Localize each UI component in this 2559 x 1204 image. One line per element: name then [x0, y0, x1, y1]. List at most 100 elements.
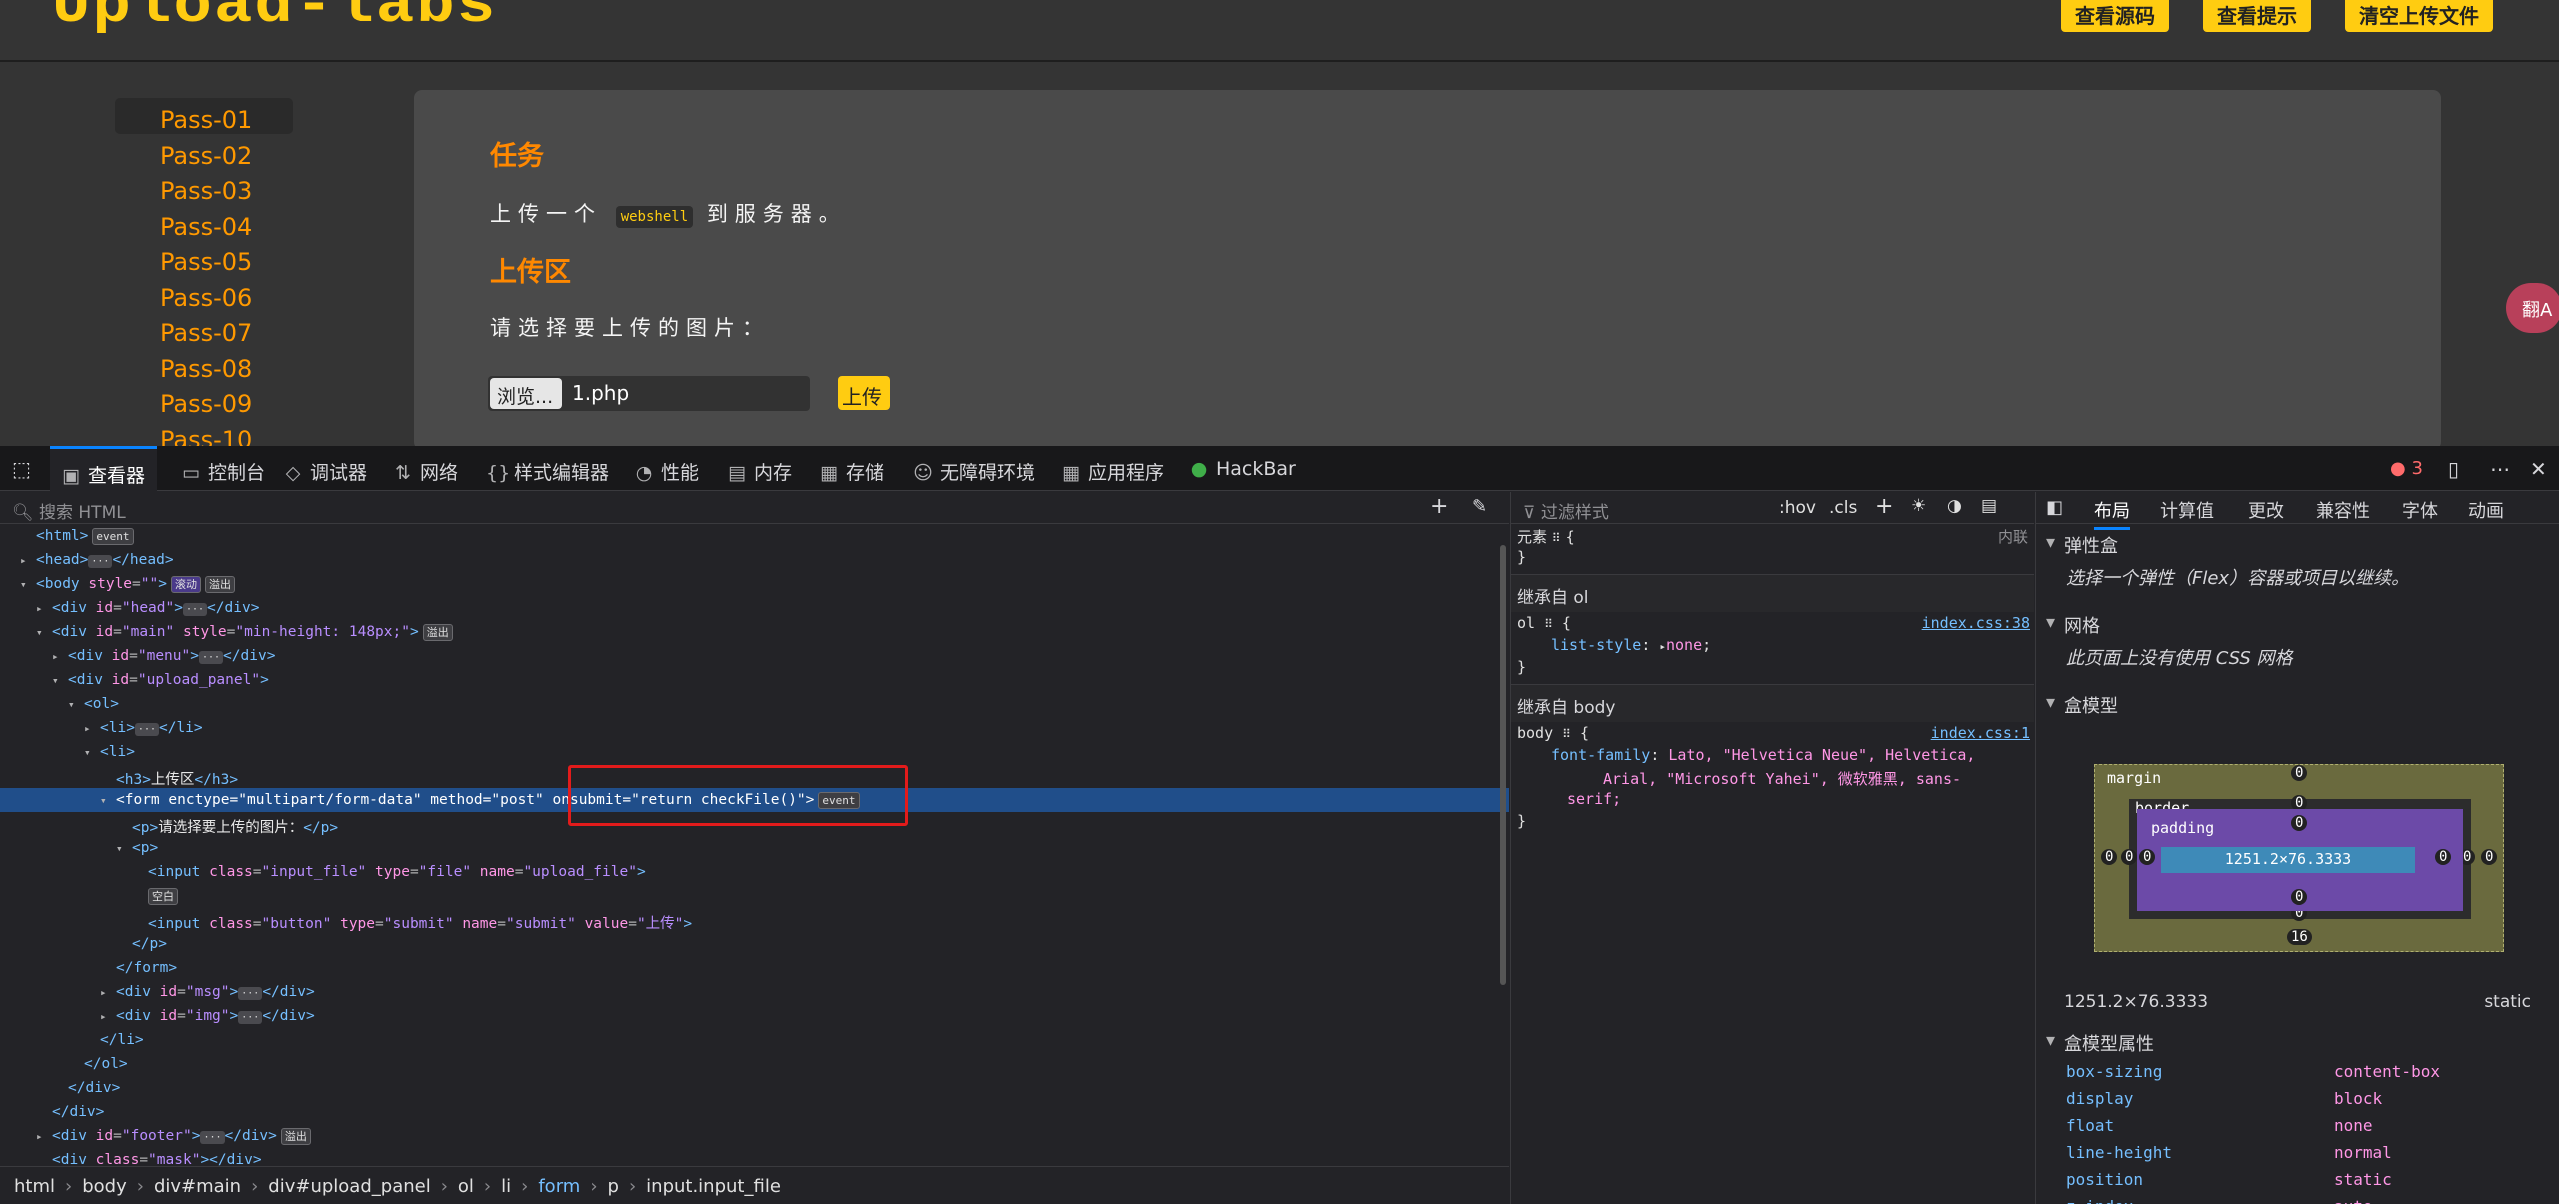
breadcrumb-item[interactable]: ol [458, 1176, 474, 1197]
more-options-icon[interactable]: ⋯ [2490, 457, 2510, 481]
menu-item-pass-02[interactable]: Pass-02 [115, 134, 293, 170]
clear-uploads-button[interactable]: 清空上传文件 [2345, 0, 2493, 32]
tab-performance[interactable]: ◔ 性能 [633, 446, 699, 491]
sidebar-toggle-icon[interactable]: ◧ [2046, 497, 2063, 518]
search-input[interactable]: 搜索 HTML [39, 503, 126, 523]
print-icon[interactable]: ▤ [1981, 496, 1997, 516]
tab-accessibility[interactable]: ☺ 无障碍环境 [912, 446, 1035, 491]
breadcrumb-item[interactable]: body [82, 1176, 127, 1197]
menu-item-pass-10[interactable]: Pass-10 [115, 418, 293, 447]
light-theme-icon[interactable]: ☀ [1911, 496, 1926, 516]
tab-debugger[interactable]: ◇ 调试器 [282, 446, 367, 491]
tab-inspector[interactable]: ▣ 查看器 [50, 446, 158, 491]
breadcrumb-item[interactable]: form [538, 1176, 580, 1197]
expand-toggle-icon[interactable]: ▾ [20, 578, 36, 591]
border-left[interactable]: 0 [2121, 849, 2138, 865]
tab-console[interactable]: ▭ 控制台 [180, 446, 265, 491]
menu-item-pass-04[interactable]: Pass-04 [115, 205, 293, 241]
tab-changes[interactable]: 更改 [2248, 497, 2284, 523]
tab-compatibility[interactable]: 兼容性 [2316, 497, 2370, 523]
expand-toggle-icon[interactable]: ▾ [52, 674, 68, 687]
margin-right[interactable]: 0 [2481, 849, 2498, 865]
markup-node[interactable]: ▾ <ol> [0, 692, 1509, 716]
markup-node[interactable]: ▸ <div id="head"> ··· </div> [0, 596, 1509, 620]
markup-node[interactable]: </div> [0, 1076, 1509, 1100]
hov-toggle[interactable]: :hov [1779, 498, 1816, 518]
body-source-link[interactable]: index.css:1 [1931, 724, 2030, 742]
pick-element-icon[interactable]: ⬚ [12, 457, 31, 481]
boxmodel-props-section[interactable]: 盒模型属性 [2036, 1022, 2559, 1062]
tab-storage[interactable]: ▦ 存储 [818, 446, 884, 491]
tab-fonts[interactable]: 字体 [2402, 497, 2438, 523]
add-rule-icon[interactable]: + [1875, 494, 1893, 519]
padding-right[interactable]: 0 [2435, 849, 2452, 865]
eyedropper-icon[interactable]: ✎ [1472, 496, 1487, 517]
breadcrumb-item[interactable]: div#upload_panel [268, 1176, 430, 1197]
markup-node[interactable]: </li> [0, 1028, 1509, 1052]
menu-item-pass-09[interactable]: Pass-09 [115, 382, 293, 418]
grid-section[interactable]: 网格 [2036, 604, 2559, 644]
margin-top[interactable]: 0 [2291, 765, 2308, 781]
view-hint-button[interactable]: 查看提示 [2203, 0, 2311, 32]
breadcrumb-item[interactable]: div#main [154, 1176, 241, 1197]
margin-left[interactable]: 0 [2101, 849, 2118, 865]
markup-node[interactable]: </form> [0, 956, 1509, 980]
markup-node[interactable]: ▾ <body style=""> 滚动 溢出 [0, 572, 1509, 596]
markup-node[interactable]: ▸ <div id="img"> ··· </div> [0, 1004, 1509, 1028]
markup-node[interactable]: ▸ <li> ··· </li> [0, 716, 1509, 740]
expand-toggle-icon[interactable]: ▾ [100, 794, 116, 807]
tab-computed[interactable]: 计算值 [2160, 497, 2214, 523]
ol-source-link[interactable]: index.css:38 [1922, 614, 2030, 632]
markup-node[interactable]: ▾ <div id="main" style="min-height: 148px… [0, 620, 1509, 644]
menu-item-pass-03[interactable]: Pass-03 [115, 169, 293, 205]
markup-node[interactable]: <input class="input_file" type="file" na… [0, 860, 1509, 884]
markup-node[interactable]: ▸ <head> ··· </head> [0, 548, 1509, 572]
markup-node[interactable]: ▾ <li> [0, 740, 1509, 764]
markup-node[interactable]: </div> [0, 1100, 1509, 1124]
breadcrumb-item[interactable]: input.input_file [646, 1176, 781, 1197]
error-count[interactable]: ● 3 [2390, 458, 2423, 479]
translate-icon[interactable]: 翻A [2506, 283, 2559, 333]
menu-item-pass-01[interactable]: Pass-01 [115, 98, 293, 134]
padding-left[interactable]: 0 [2139, 849, 2156, 865]
tab-application[interactable]: ▦ 应用程序 [1060, 446, 1164, 491]
expand-toggle-icon[interactable]: ▸ [52, 650, 68, 663]
tab-memory[interactable]: ▤ 内存 [726, 446, 792, 491]
cls-toggle[interactable]: .cls [1829, 498, 1857, 518]
breadcrumb-item[interactable]: html [14, 1176, 55, 1197]
add-node-icon[interactable]: + [1430, 494, 1448, 519]
file-input[interactable]: 浏览... 1.php [488, 376, 810, 411]
view-source-button[interactable]: 查看源码 [2061, 0, 2169, 32]
tab-network[interactable]: ⇅ 网络 [392, 446, 458, 491]
markup-node[interactable]: <html> event [0, 524, 1509, 548]
flexbox-section[interactable]: 弹性盒 [2036, 524, 2559, 564]
menu-item-pass-06[interactable]: Pass-06 [115, 276, 293, 312]
markup-node[interactable]: </ol> [0, 1052, 1509, 1076]
filter-styles-input[interactable]: 过滤样式 [1541, 503, 1609, 523]
expand-toggle-icon[interactable]: ▸ [84, 722, 100, 735]
expand-toggle-icon[interactable]: ▸ [20, 554, 36, 567]
tab-hackbar[interactable]: ● HackBar [1188, 446, 1296, 491]
html-search-bar[interactable]: 🔍︎ 搜索 HTML + ✎ [0, 492, 1509, 524]
markup-node[interactable]: ▸ <div id="msg"> ··· </div> [0, 980, 1509, 1004]
close-icon[interactable]: ✕ [2530, 457, 2547, 481]
expand-toggle-icon[interactable]: ▸ [100, 986, 116, 999]
tab-animations[interactable]: 动画 [2468, 497, 2504, 523]
menu-item-pass-07[interactable]: Pass-07 [115, 311, 293, 347]
markup-node[interactable]: ▾ <p> [0, 836, 1509, 860]
browse-button[interactable]: 浏览... [490, 378, 562, 409]
expand-toggle-icon[interactable]: ▸ [36, 1130, 52, 1143]
expand-toggle-icon[interactable]: ▸ [100, 1010, 116, 1023]
markup-scrollbar[interactable] [1500, 545, 1506, 985]
expand-toggle-icon[interactable]: ▸ [36, 602, 52, 615]
padding-top[interactable]: 0 [2291, 815, 2308, 831]
markup-node[interactable]: 空白 [0, 884, 1509, 908]
upload-button[interactable]: 上传 [838, 376, 890, 410]
markup-node[interactable]: ▸ <div id="footer"> ··· </div> 溢出 [0, 1124, 1509, 1148]
expand-toggle-icon[interactable]: ▾ [116, 842, 132, 855]
expand-toggle-icon[interactable]: ▾ [36, 626, 52, 639]
breadcrumb-item[interactable]: p [608, 1176, 619, 1197]
menu-item-pass-05[interactable]: Pass-05 [115, 240, 293, 276]
tab-style-editor[interactable]: {} 样式编辑器 [486, 446, 609, 491]
menu-item-pass-08[interactable]: Pass-08 [115, 347, 293, 383]
